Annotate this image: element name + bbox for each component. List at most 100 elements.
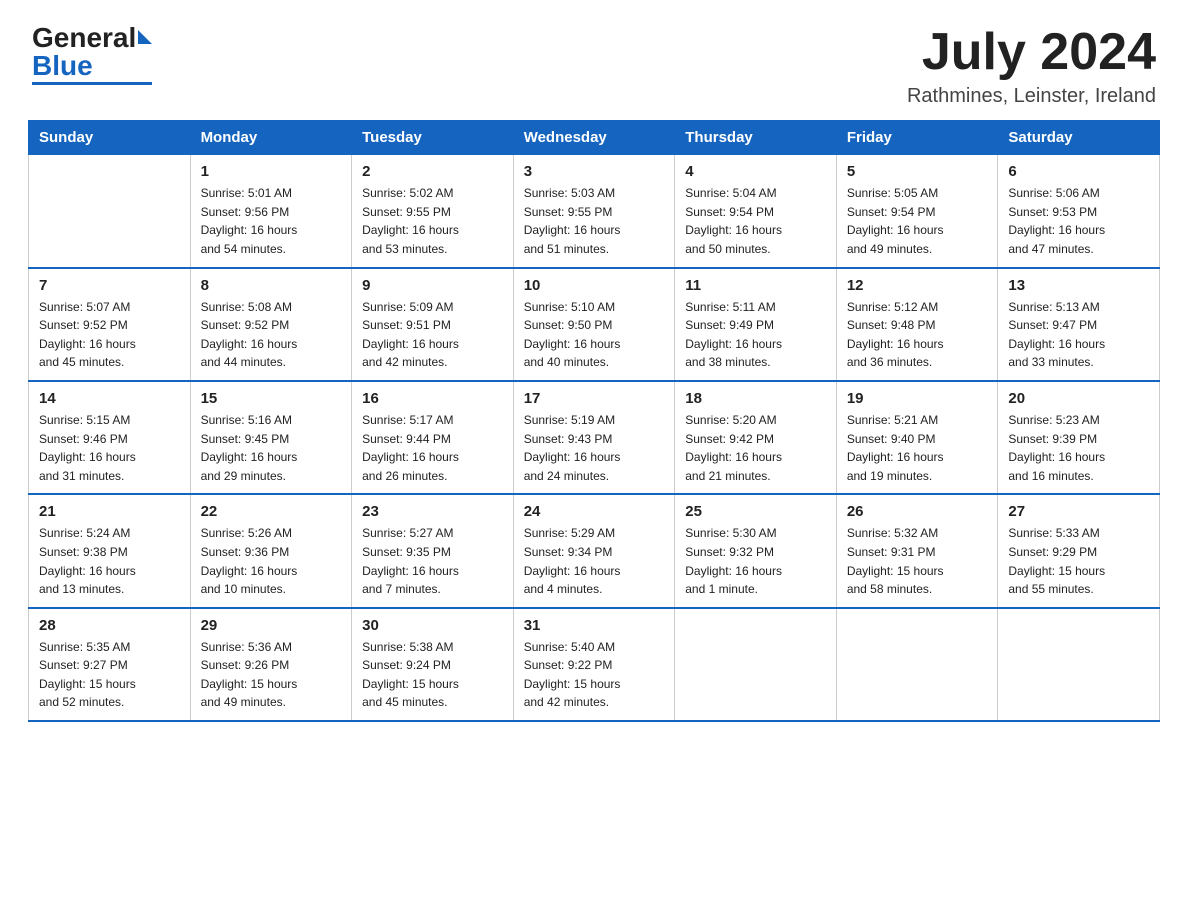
day-number: 6 [1008, 163, 1149, 180]
day-number: 4 [685, 163, 826, 180]
logo-general: General [32, 24, 136, 52]
calendar-table: SundayMondayTuesdayWednesdayThursdayFrid… [28, 120, 1160, 722]
calendar-cell: 12Sunrise: 5:12 AM Sunset: 9:48 PM Dayli… [836, 268, 998, 381]
day-number: 12 [847, 277, 988, 294]
day-info: Sunrise: 5:06 AM Sunset: 9:53 PM Dayligh… [1008, 184, 1149, 258]
calendar-cell: 29Sunrise: 5:36 AM Sunset: 9:26 PM Dayli… [190, 608, 352, 721]
day-number: 15 [201, 390, 342, 407]
calendar-week-row: 28Sunrise: 5:35 AM Sunset: 9:27 PM Dayli… [29, 608, 1160, 721]
logo-triangle-icon [138, 30, 152, 44]
calendar-cell: 4Sunrise: 5:04 AM Sunset: 9:54 PM Daylig… [675, 155, 837, 268]
calendar-cell: 30 Sunrise: 5:38 AM Sunset: 9:24 PM Dayli… [352, 608, 514, 721]
day-info: Sunrise: 5:33 AM Sunset: 9:29 PM Dayligh… [1008, 524, 1149, 598]
logo-blue: Blue [32, 52, 93, 80]
day-info: Sunrise: 5:09 AM Sunset: 9:51 PM Dayligh… [362, 298, 503, 372]
page-subtitle: Rathmines, Leinster, Ireland [907, 85, 1156, 108]
title-block: July 2024 Rathmines, Leinster, Ireland [907, 24, 1156, 108]
day-number: 30 [362, 617, 503, 634]
calendar-cell: 18 Sunrise: 5:20 AM Sunset: 9:42 PM Dayli… [675, 381, 837, 494]
calendar-cell: 1 Sunrise: 5:01 AM Sunset: 9:56 PM Daylig… [190, 155, 352, 268]
col-header-saturday: Saturday [998, 121, 1160, 155]
day-info: Sunrise: 5:35 AM Sunset: 9:27 PM Dayligh… [39, 638, 180, 712]
calendar-week-row: 14 Sunrise: 5:15 AM Sunset: 9:46 PM Dayli… [29, 381, 1160, 494]
calendar-cell [998, 608, 1160, 721]
day-info: Sunrise: 5:23 AM Sunset: 9:39 PM Dayligh… [1008, 411, 1149, 485]
calendar-cell: 25 Sunrise: 5:30 AM Sunset: 9:32 PM Dayli… [675, 494, 837, 607]
day-info: Sunrise: 5:40 AM Sunset: 9:22 PM Dayligh… [524, 638, 665, 712]
day-info: Sunrise: 5:30 AM Sunset: 9:32 PM Dayligh… [685, 524, 826, 598]
page-title: July 2024 [907, 24, 1156, 81]
day-info: Sunrise: 5:32 AM Sunset: 9:31 PM Dayligh… [847, 524, 988, 598]
day-info: Sunrise: 5:11 AM Sunset: 9:49 PM Dayligh… [685, 298, 826, 372]
day-number: 17 [524, 390, 665, 407]
day-info: Sunrise: 5:16 AM Sunset: 9:45 PM Dayligh… [201, 411, 342, 485]
day-info: Sunrise: 5:27 AM Sunset: 9:35 PM Dayligh… [362, 524, 503, 598]
day-number: 24 [524, 503, 665, 520]
day-info: Sunrise: 5:15 AM Sunset: 9:46 PM Dayligh… [39, 411, 180, 485]
day-info: Sunrise: 5:03 AM Sunset: 9:55 PM Dayligh… [524, 184, 665, 258]
day-number: 16 [362, 390, 503, 407]
col-header-monday: Monday [190, 121, 352, 155]
calendar-cell: 6 Sunrise: 5:06 AM Sunset: 9:53 PM Daylig… [998, 155, 1160, 268]
calendar-week-row: 21Sunrise: 5:24 AM Sunset: 9:38 PM Dayli… [29, 494, 1160, 607]
calendar-cell: 26 Sunrise: 5:32 AM Sunset: 9:31 PM Dayli… [836, 494, 998, 607]
day-number: 31 [524, 617, 665, 634]
day-number: 10 [524, 277, 665, 294]
day-info: Sunrise: 5:17 AM Sunset: 9:44 PM Dayligh… [362, 411, 503, 485]
calendar-cell: 20 Sunrise: 5:23 AM Sunset: 9:39 PM Dayli… [998, 381, 1160, 494]
logo: General Blue [32, 24, 152, 85]
day-number: 26 [847, 503, 988, 520]
day-number: 3 [524, 163, 665, 180]
calendar-cell: 31 Sunrise: 5:40 AM Sunset: 9:22 PM Dayli… [513, 608, 675, 721]
calendar-cell: 24 Sunrise: 5:29 AM Sunset: 9:34 PM Dayli… [513, 494, 675, 607]
day-number: 27 [1008, 503, 1149, 520]
day-number: 20 [1008, 390, 1149, 407]
day-number: 5 [847, 163, 988, 180]
day-info: Sunrise: 5:01 AM Sunset: 9:56 PM Dayligh… [201, 184, 342, 258]
day-info: Sunrise: 5:10 AM Sunset: 9:50 PM Dayligh… [524, 298, 665, 372]
day-number: 22 [201, 503, 342, 520]
col-header-tuesday: Tuesday [352, 121, 514, 155]
calendar-cell: 9 Sunrise: 5:09 AM Sunset: 9:51 PM Daylig… [352, 268, 514, 381]
day-info: Sunrise: 5:02 AM Sunset: 9:55 PM Dayligh… [362, 184, 503, 258]
day-number: 2 [362, 163, 503, 180]
day-info: Sunrise: 5:24 AM Sunset: 9:38 PM Dayligh… [39, 524, 180, 598]
day-number: 1 [201, 163, 342, 180]
calendar-cell: 2 Sunrise: 5:02 AM Sunset: 9:55 PM Daylig… [352, 155, 514, 268]
calendar-cell: 8 Sunrise: 5:08 AM Sunset: 9:52 PM Daylig… [190, 268, 352, 381]
day-info: Sunrise: 5:29 AM Sunset: 9:34 PM Dayligh… [524, 524, 665, 598]
calendar-cell: 27 Sunrise: 5:33 AM Sunset: 9:29 PM Dayli… [998, 494, 1160, 607]
page-header: General Blue July 2024 Rathmines, Leinst… [0, 0, 1188, 120]
calendar-cell: 19 Sunrise: 5:21 AM Sunset: 9:40 PM Dayli… [836, 381, 998, 494]
logo-underline [32, 82, 152, 85]
day-number: 25 [685, 503, 826, 520]
calendar-cell [675, 608, 837, 721]
day-number: 19 [847, 390, 988, 407]
calendar-cell: 22 Sunrise: 5:26 AM Sunset: 9:36 PM Dayli… [190, 494, 352, 607]
calendar-cell [836, 608, 998, 721]
day-info: Sunrise: 5:08 AM Sunset: 9:52 PM Dayligh… [201, 298, 342, 372]
col-header-sunday: Sunday [29, 121, 191, 155]
calendar-header-row: SundayMondayTuesdayWednesdayThursdayFrid… [29, 121, 1160, 155]
day-info: Sunrise: 5:05 AM Sunset: 9:54 PM Dayligh… [847, 184, 988, 258]
day-info: Sunrise: 5:13 AM Sunset: 9:47 PM Dayligh… [1008, 298, 1149, 372]
calendar-week-row: 7Sunrise: 5:07 AM Sunset: 9:52 PM Daylig… [29, 268, 1160, 381]
day-number: 11 [685, 277, 826, 294]
day-info: Sunrise: 5:38 AM Sunset: 9:24 PM Dayligh… [362, 638, 503, 712]
col-header-friday: Friday [836, 121, 998, 155]
col-header-wednesday: Wednesday [513, 121, 675, 155]
day-number: 9 [362, 277, 503, 294]
day-number: 14 [39, 390, 180, 407]
calendar-cell: 5 Sunrise: 5:05 AM Sunset: 9:54 PM Daylig… [836, 155, 998, 268]
calendar-cell: 14 Sunrise: 5:15 AM Sunset: 9:46 PM Dayli… [29, 381, 191, 494]
day-number: 18 [685, 390, 826, 407]
calendar-cell [29, 155, 191, 268]
day-info: Sunrise: 5:21 AM Sunset: 9:40 PM Dayligh… [847, 411, 988, 485]
day-number: 8 [201, 277, 342, 294]
calendar-cell: 7Sunrise: 5:07 AM Sunset: 9:52 PM Daylig… [29, 268, 191, 381]
day-number: 13 [1008, 277, 1149, 294]
day-info: Sunrise: 5:20 AM Sunset: 9:42 PM Dayligh… [685, 411, 826, 485]
calendar-cell: 23Sunrise: 5:27 AM Sunset: 9:35 PM Dayli… [352, 494, 514, 607]
day-info: Sunrise: 5:36 AM Sunset: 9:26 PM Dayligh… [201, 638, 342, 712]
day-info: Sunrise: 5:26 AM Sunset: 9:36 PM Dayligh… [201, 524, 342, 598]
